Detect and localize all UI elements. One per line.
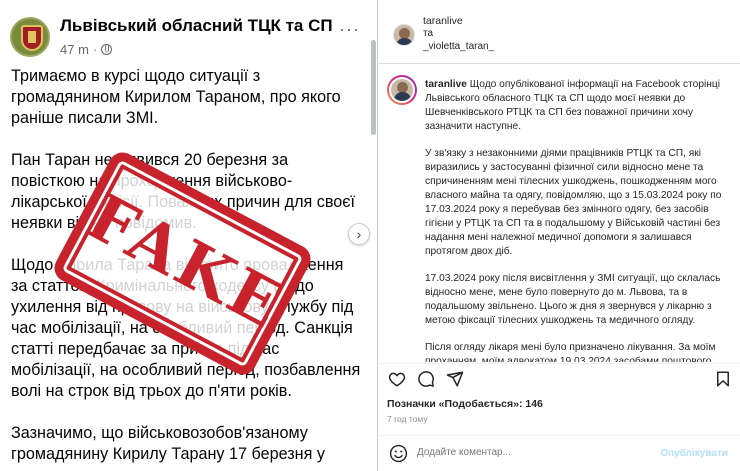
- post-header: Львівський обласний ТЦК та СП 47 m · ···: [10, 13, 370, 63]
- collaborator-username-link[interactable]: _violetta_taran_: [423, 41, 494, 52]
- publish-button[interactable]: Опублікувати: [660, 448, 728, 459]
- post-meta: 47 m ·: [60, 42, 113, 57]
- action-bar: [379, 363, 740, 391]
- avatar-body: [394, 92, 411, 101]
- likes-count[interactable]: Позначки «Подобається»: 146: [387, 398, 543, 410]
- avatar[interactable]: [393, 24, 415, 46]
- caption-paragraph: У зв'язку з незаконними діями працівникі…: [425, 148, 722, 257]
- bookmark-icon[interactable]: [714, 370, 732, 388]
- post-timestamp[interactable]: 7 год тому: [387, 414, 428, 424]
- caption-paragraph-text: Щодо опублікованої інформації на Faceboo…: [425, 79, 720, 132]
- caption: taranlive Щодо опублікованої інформації …: [379, 65, 740, 362]
- caption-paragraph: Після огляду лікаря мені було призначено…: [425, 342, 716, 362]
- post-paragraph: Тримаємо в курсі щодо ситуації з громадя…: [11, 67, 341, 127]
- page-avatar[interactable]: [10, 17, 50, 57]
- time-separator: ·: [92, 42, 98, 57]
- page-name[interactable]: Львівський обласний ТЦК та СП: [60, 16, 333, 36]
- caption-paragraph: 17.03.2024 року після висвітлення у ЗМІ …: [425, 273, 721, 326]
- instagram-panel: taranlive та _violetta_taran_ taranlive …: [379, 0, 740, 471]
- comment-icon[interactable]: [417, 370, 435, 388]
- heart-icon[interactable]: [388, 370, 406, 388]
- scrollbar[interactable]: [369, 10, 377, 465]
- username-link[interactable]: taranlive: [423, 15, 463, 27]
- post-paragraph: Зазначимо, що військовозобов'язаному гро…: [11, 424, 325, 463]
- caption-username[interactable]: taranlive: [425, 79, 467, 90]
- facebook-post-panel: Львівський обласний ТЦК та СП 47 m · ···…: [0, 0, 378, 471]
- next-image-button[interactable]: ›: [348, 223, 370, 245]
- caption-text: taranlive Щодо опублікованої інформації …: [425, 78, 730, 362]
- caption-avatar[interactable]: [387, 75, 417, 105]
- comment-bar: Опублікувати: [379, 435, 740, 471]
- globe-icon: [101, 44, 113, 55]
- more-options-icon[interactable]: ···: [339, 19, 360, 40]
- post-time[interactable]: 47 m: [60, 42, 89, 57]
- emblem-mark: [28, 31, 36, 43]
- avatar-body: [396, 38, 413, 45]
- avatar-image: [389, 77, 415, 103]
- and-text: та: [423, 28, 434, 39]
- share-icon[interactable]: [446, 370, 464, 388]
- comment-input[interactable]: [417, 447, 657, 458]
- scrollbar-thumb[interactable]: [371, 40, 376, 135]
- post-header: taranlive та _violetta_taran_: [379, 0, 740, 64]
- caption-paragraph: taranlive Щодо опублікованої інформації …: [425, 78, 730, 134]
- smile-icon[interactable]: [389, 444, 408, 463]
